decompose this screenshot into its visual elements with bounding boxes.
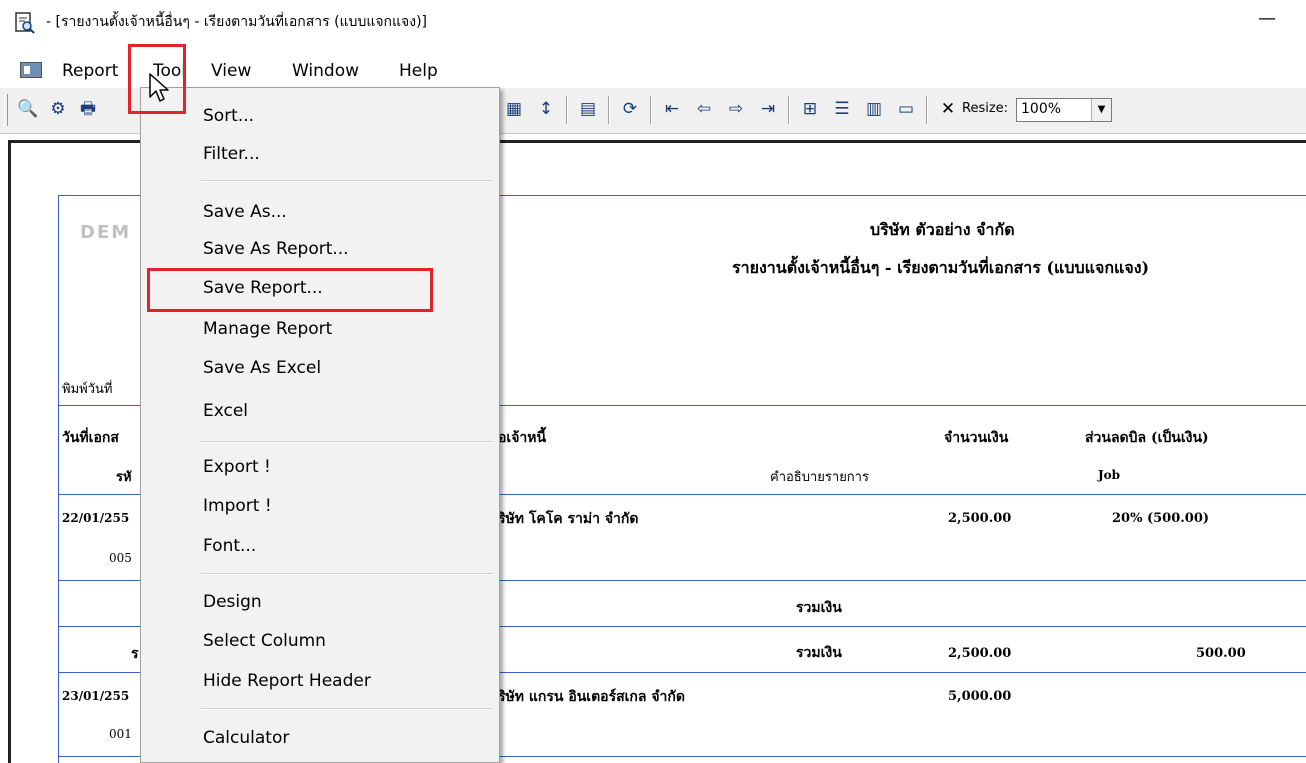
last-page-icon[interactable]: ⇥ (756, 96, 780, 122)
header-code: รหั (116, 470, 132, 485)
resize-label: Resize: (962, 101, 1009, 116)
total-prefix: ร (131, 646, 139, 662)
menu-item-import[interactable]: Import ! (141, 489, 499, 523)
header-job: Job (1098, 468, 1121, 482)
resize-select[interactable]: 100% ▼ (1016, 98, 1112, 122)
chevron-down-icon[interactable]: ▼ (1091, 99, 1111, 121)
header-creditor: อเจ้าหนี้ (498, 430, 547, 446)
columns-icon[interactable]: ▥ (862, 96, 886, 122)
menu-item-save-as-report[interactable]: Save As Report... (141, 232, 499, 266)
total-discount: 500.00 (1196, 646, 1246, 661)
calculator-icon[interactable]: ▤ (576, 96, 600, 122)
zoom-icon[interactable]: 🔍 (16, 96, 40, 122)
menu-report[interactable]: Report (62, 58, 118, 84)
tool-menu: Sort... Filter... Save As... Save As Rep… (140, 87, 500, 763)
header-doc-date: วันที่เอกส (62, 430, 119, 446)
total-label: รวมเงิน (796, 645, 842, 661)
window-icon[interactable]: ▭ (894, 96, 918, 122)
row-discount: 20% (500.00) (1112, 511, 1210, 526)
header-discount: ส่วนลดบิล (เป็นเงิน) (1085, 430, 1209, 446)
toolbar-separator (566, 96, 568, 124)
report-watermark: DEM (80, 222, 132, 243)
toolbar-separator (788, 96, 790, 124)
menu-bar: Report Tool View Window Help (0, 52, 1306, 88)
prev-page-icon[interactable]: ⇦ (692, 96, 716, 122)
app-menu-icon[interactable] (20, 62, 42, 78)
menu-item-export[interactable]: Export ! (141, 450, 499, 484)
menu-item-manage-report[interactable]: Manage Report (141, 312, 499, 346)
setup-icon[interactable]: ⚙ (46, 96, 70, 122)
row-code: 001 (109, 727, 132, 741)
header-amount: จำนวนเงิน (944, 430, 1009, 446)
refresh-icon[interactable]: ⟳ (618, 96, 642, 122)
print-date-label: พิมพ์วันที่ (62, 382, 113, 397)
grid-icon[interactable]: ▦ (502, 96, 526, 122)
menu-item-hide-report-header[interactable]: Hide Report Header (141, 664, 499, 698)
toolbar-grip (4, 94, 8, 126)
total-amount: 2,500.00 (948, 646, 1012, 661)
menu-view[interactable]: View (211, 58, 251, 84)
menu-separator (201, 441, 493, 443)
row-height-icon[interactable]: ↕ (534, 96, 558, 122)
row-creditor: ริษัท โคโค ราม่า จำกัด (498, 511, 639, 527)
rows-icon[interactable]: ☰ (830, 96, 854, 122)
print-icon[interactable]: 🖶 (76, 96, 100, 122)
close-icon[interactable]: ✕ (936, 96, 960, 122)
menu-help[interactable]: Help (399, 58, 438, 84)
row-amount: 5,000.00 (948, 689, 1012, 704)
toolbar-separator (608, 96, 610, 124)
toolbar-separator (650, 96, 652, 124)
first-page-icon[interactable]: ⇤ (660, 96, 684, 122)
toolbar-separator (926, 96, 928, 124)
resize-value: 100% (1021, 101, 1062, 117)
menu-item-filter[interactable]: Filter... (141, 137, 499, 171)
menu-separator (201, 708, 493, 710)
menu-item-design[interactable]: Design (141, 585, 499, 619)
menu-window[interactable]: Window (292, 58, 359, 84)
title-bar: - [รายงานตั้งเจ้าหนี้อื่นๆ - เรียงตามวัน… (0, 0, 1306, 52)
subtotal-label: รวมเงิน (796, 600, 842, 616)
menu-item-excel[interactable]: Excel (141, 394, 499, 428)
row-code: 005 (109, 551, 132, 565)
menu-item-save-as-excel[interactable]: Save As Excel (141, 351, 499, 385)
row-date: 23/01/255 (62, 689, 130, 703)
menu-item-sort[interactable]: Sort... (141, 99, 499, 133)
next-page-icon[interactable]: ⇨ (724, 96, 748, 122)
menu-item-font[interactable]: Font... (141, 529, 499, 563)
window-title: - [รายงานตั้งเจ้าหนี้อื่นๆ - เรียงตามวัน… (46, 14, 428, 30)
tree-icon[interactable]: ⊞ (798, 96, 822, 122)
report-title: รายงานตั้งเจ้าหนี้อื่นๆ - เรียงตามวันที่… (732, 258, 1150, 277)
menu-separator (201, 180, 493, 182)
menu-separator (201, 573, 493, 575)
report-preview-icon (15, 12, 35, 34)
menu-item-select-column[interactable]: Select Column (141, 624, 499, 658)
mouse-cursor-icon (149, 73, 169, 102)
row-amount: 2,500.00 (948, 511, 1012, 526)
save-report-highlight (147, 268, 433, 312)
menu-item-save-as[interactable]: Save As... (141, 195, 499, 229)
header-description: คำอธิบายรายการ (770, 470, 869, 485)
row-date: 22/01/255 (62, 511, 130, 525)
row-creditor: ริษัท แกรน อินเตอร์สเกล จำกัด (498, 689, 685, 705)
menu-item-calculator[interactable]: Calculator (141, 721, 499, 755)
minimize-button[interactable]: — (1256, 6, 1278, 32)
report-company: บริษัท ตัวอย่าง จำกัด (870, 220, 1015, 239)
